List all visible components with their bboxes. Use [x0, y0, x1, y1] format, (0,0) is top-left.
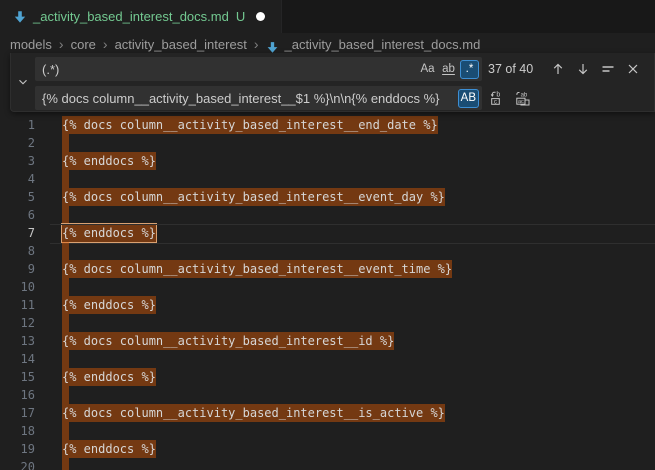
line-text: {% enddocs %}	[62, 440, 156, 458]
line-text: {% docs column__activity_based_interest_…	[62, 188, 445, 206]
line-text: {% docs column__activity_based_interest_…	[62, 116, 438, 134]
line-number[interactable]: 8	[0, 242, 35, 260]
next-match-button[interactable]	[573, 60, 592, 79]
editor-line[interactable]: 4	[0, 170, 655, 188]
toggle-replace-button[interactable]	[11, 53, 35, 111]
editor-line[interactable]: 8	[0, 242, 655, 260]
line-number[interactable]: 15	[0, 368, 35, 386]
svg-text:c: c	[493, 99, 496, 105]
svg-text:ab: ab	[520, 92, 527, 98]
editor-line[interactable]: 15 {% enddocs %}	[0, 368, 655, 386]
line-number[interactable]: 16	[0, 386, 35, 404]
line-number[interactable]: 1	[0, 116, 35, 134]
line-text	[62, 206, 69, 224]
regex-toggle[interactable]: .*	[460, 60, 479, 79]
chevron-right-icon: ›	[59, 36, 64, 52]
editor-line[interactable]: 2	[0, 134, 655, 152]
line-number[interactable]: 9	[0, 260, 35, 278]
unsaved-changes-dot-icon[interactable]	[256, 12, 265, 21]
line-text: {% enddocs %}	[62, 368, 156, 386]
line-text	[62, 350, 69, 368]
replace-button[interactable]: b c	[488, 89, 507, 108]
tab-active-file[interactable]: _activity_based_interest_docs.md U	[0, 0, 282, 33]
breadcrumb-item-models[interactable]: models	[10, 37, 52, 52]
line-number[interactable]: 14	[0, 350, 35, 368]
find-input-value: (.*)	[42, 62, 416, 77]
line-number[interactable]: 4	[0, 170, 35, 188]
breadcrumb-item-activity-based-interest[interactable]: activity_based_interest	[115, 37, 247, 52]
line-number[interactable]: 5	[0, 188, 35, 206]
editor-line[interactable]: 10	[0, 278, 655, 296]
line-number[interactable]: 13	[0, 332, 35, 350]
line-number[interactable]: 17	[0, 404, 35, 422]
tab-bar: _activity_based_interest_docs.md U	[0, 0, 655, 33]
line-text	[62, 386, 69, 404]
editor-line[interactable]: 6	[0, 206, 655, 224]
line-text: {% docs column__activity_based_interest_…	[62, 332, 394, 350]
breadcrumb-item-file[interactable]: _activity_based_interest_docs.md	[284, 37, 480, 52]
line-number[interactable]: 2	[0, 134, 35, 152]
editor-line[interactable]: 18	[0, 422, 655, 440]
svg-text:ac: ac	[518, 99, 524, 105]
git-status-badge: U	[236, 9, 245, 24]
line-number[interactable]: 20	[0, 458, 35, 470]
editor-line[interactable]: 19 {% enddocs %}	[0, 440, 655, 458]
line-number[interactable]: 7	[0, 224, 35, 242]
line-text	[62, 458, 69, 470]
whole-word-toggle[interactable]: ab	[439, 60, 458, 79]
line-text: {% enddocs %}	[62, 152, 156, 170]
editor-line[interactable]: 11 {% enddocs %}	[0, 296, 655, 314]
editor-line[interactable]: 17 {% docs column__activity_based_interes…	[0, 404, 655, 422]
match-case-toggle[interactable]: Aa	[418, 60, 437, 79]
line-text: {% docs column__activity_based_interest_…	[62, 260, 452, 278]
line-text	[62, 422, 69, 440]
line-text	[62, 314, 69, 332]
line-number[interactable]: 18	[0, 422, 35, 440]
line-text: {% docs column__activity_based_interest_…	[62, 404, 445, 422]
editor-line[interactable]: 14	[0, 350, 655, 368]
line-text	[62, 134, 69, 152]
line-number[interactable]: 6	[0, 206, 35, 224]
editor[interactable]: 1 {% docs column__activity_based_interest…	[0, 55, 655, 470]
previous-match-button[interactable]	[548, 60, 567, 79]
line-text	[62, 170, 69, 188]
editor-line[interactable]: 20	[0, 458, 655, 470]
svg-text:b: b	[496, 92, 500, 99]
find-replace-widget: (.*) Aa ab .* 37 of 40	[10, 53, 655, 112]
find-in-selection-button[interactable]	[598, 60, 617, 79]
line-text	[62, 242, 69, 260]
match-count: 37 of 40	[488, 62, 546, 76]
editor-line[interactable]: 3 {% enddocs %}	[0, 152, 655, 170]
editor-line[interactable]: 16	[0, 386, 655, 404]
find-input[interactable]: (.*) Aa ab .*	[35, 57, 482, 81]
markdown-file-icon	[12, 9, 28, 25]
editor-line[interactable]: 13 {% docs column__activity_based_interes…	[0, 332, 655, 350]
replace-all-button[interactable]: ab ac	[513, 89, 532, 108]
line-text: {% enddocs %}	[62, 296, 156, 314]
editor-line[interactable]: 5 {% docs column__activity_based_interest…	[0, 188, 655, 206]
editor-line[interactable]: 7 {% enddocs %}	[0, 224, 655, 242]
editor-lines: 1 {% docs column__activity_based_interest…	[0, 116, 655, 470]
tab-filename: _activity_based_interest_docs.md	[33, 9, 229, 24]
line-text	[62, 278, 69, 296]
chevron-right-icon: ›	[254, 36, 259, 52]
breadcrumb-item-core[interactable]: core	[71, 37, 96, 52]
editor-line[interactable]: 9 {% docs column__activity_based_interest…	[0, 260, 655, 278]
chevron-right-icon: ›	[103, 36, 108, 52]
line-number[interactable]: 3	[0, 152, 35, 170]
line-text: {% enddocs %}	[62, 224, 156, 242]
line-number[interactable]: 11	[0, 296, 35, 314]
close-find-widget-button[interactable]	[623, 60, 642, 79]
editor-line[interactable]: 12	[0, 314, 655, 332]
line-number[interactable]: 12	[0, 314, 35, 332]
line-number[interactable]: 10	[0, 278, 35, 296]
line-number[interactable]: 19	[0, 440, 35, 458]
replace-input[interactable]: {% docs column__activity_based_interest_…	[35, 86, 482, 110]
preserve-case-toggle[interactable]: AB	[458, 89, 479, 108]
breadcrumb: models › core › activity_based_interest …	[0, 33, 655, 55]
editor-line[interactable]: 1 {% docs column__activity_based_interest…	[0, 116, 655, 134]
replace-input-value: {% docs column__activity_based_interest_…	[42, 91, 456, 106]
